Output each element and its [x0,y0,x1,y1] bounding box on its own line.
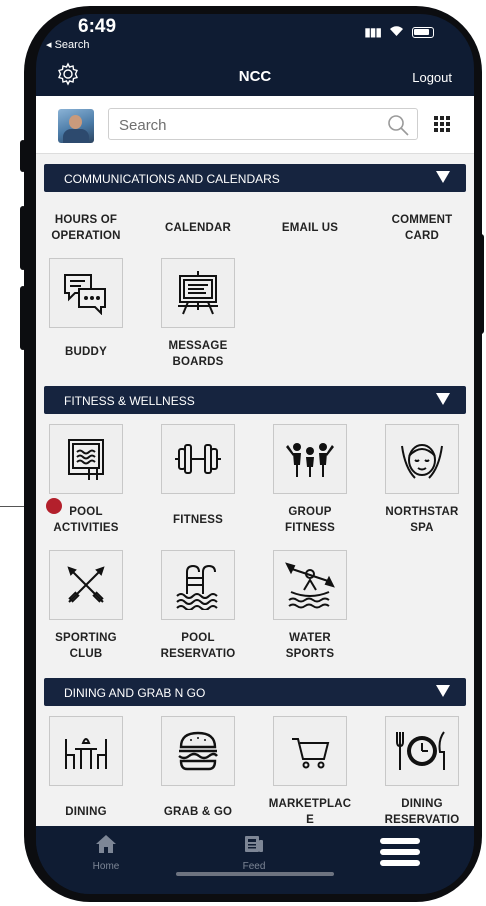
app-header: NCC Logout [36,58,474,96]
dumbbell-icon [161,424,235,494]
tile-buddy[interactable]: BUDDY [36,258,142,360]
easel-board-icon [161,258,235,328]
tile-label: DINING RESERVATIO [384,798,460,826]
annotation-marker-dot [46,498,62,514]
table-chairs-icon [49,716,123,786]
newspaper-icon [245,836,263,852]
wifi-icon [389,24,404,40]
bottom-nav: Home Feed [36,826,474,894]
phone-side-button-right [478,234,484,334]
phone-side-button-left-3 [20,286,26,350]
tile-label: BUDDY [65,346,107,358]
phone-screen: 6:49 ◂ Search ▮▮▮ NCC Logout Search COMM… [36,14,474,894]
kayak-icon [273,550,347,620]
tile-label: WATER SPORTS [285,632,335,660]
tile-northstar-spa[interactable]: NORTHSTAR SPA [366,424,474,536]
search-icon[interactable] [385,112,411,143]
tile-label: COMMENT CARD [391,214,453,242]
grid-menu-icon[interactable] [434,116,450,132]
tile-label: GRAB & GO [163,806,233,818]
home-indicator[interactable] [176,872,334,876]
tile-email-us[interactable]: EMAIL US [254,220,366,236]
chat-bubbles-icon [49,258,123,328]
page-title: NCC [238,68,272,85]
section-label: DINING AND GRAB N GO [64,686,206,700]
tile-label: DINING [65,806,107,818]
phone-side-button-left-1 [20,140,26,172]
tile-sporting-club[interactable]: SPORTING CLUB [36,550,142,662]
tile-fitness[interactable]: FITNESS [142,424,254,528]
spa-face-icon [385,424,459,494]
burger-icon [161,716,235,786]
tile-water-sports[interactable]: WATER SPORTS [254,550,366,662]
search-input[interactable] [119,114,369,136]
tile-label: CALENDAR [164,222,232,234]
tile-group-fitness[interactable]: GROUP FITNESS [254,424,366,536]
nav-feed[interactable]: Feed [214,834,294,872]
hamburger-menu-icon[interactable] [360,836,440,873]
tile-comment-card[interactable]: COMMENT CARD [366,212,474,244]
tile-pool-activities[interactable]: POOL ACTIVITIES [36,424,142,536]
back-to-search-link[interactable]: ◂ Search [46,38,89,51]
signal-icon: ▮▮▮ [364,25,382,39]
pool-ladder-water-icon [161,550,235,620]
nav-feed-label: Feed [242,861,266,872]
tile-dining[interactable]: DINING [36,716,142,820]
tile-label: NORTHSTAR SPA [385,506,459,534]
tile-marketplace[interactable]: MARKETPLAC E [254,716,366,826]
tile-label: GROUP FITNESS [285,506,335,534]
tile-hours-of-operation[interactable]: HOURS OF OPERATION [36,212,142,244]
section-header-communications[interactable]: COMMUNICATIONS AND CALENDARS [44,164,466,192]
section-label: FITNESS & WELLNESS [64,394,195,408]
main-content: COMMUNICATIONS AND CALENDARS HOURS OF OP… [36,96,474,826]
tile-label: HOURS OF OPERATION [51,214,121,242]
search-bar [36,96,474,154]
nav-home-label: Home [92,861,120,872]
tile-dining-reservation[interactable]: DINING RESERVATIO [366,716,474,826]
logout-button[interactable]: Logout [412,70,452,85]
tile-label: MARKETPLAC E [268,798,352,826]
tile-message-boards[interactable]: MESSAGE BOARDS [142,258,254,370]
nav-home[interactable]: Home [66,834,146,872]
tile-label: FITNESS [173,514,223,526]
tile-calendar[interactable]: CALENDAR [142,220,254,236]
battery-icon [412,26,434,38]
phone-side-button-left-2 [20,206,26,270]
tile-grab-and-go[interactable]: GRAB & GO [142,716,254,820]
status-icons: ▮▮▮ [364,24,434,40]
tile-label: MESSAGE BOARDS [168,340,228,368]
home-icon [96,835,116,853]
status-bar: 6:49 ◂ Search ▮▮▮ [36,14,474,58]
search-box[interactable] [108,108,418,140]
tile-label: POOL RESERVATIO [160,632,236,660]
collapse-arrow-icon[interactable] [436,393,450,405]
pool-ladder-icon [49,424,123,494]
section-header-fitness[interactable]: FITNESS & WELLNESS [44,386,466,414]
group-people-icon [273,424,347,494]
section-header-dining[interactable]: DINING AND GRAB N GO [44,678,466,706]
tile-label: EMAIL US [281,222,339,234]
cart-icon [273,716,347,786]
avatar[interactable] [58,109,94,143]
collapse-arrow-icon[interactable] [436,685,450,697]
section-label: COMMUNICATIONS AND CALENDARS [64,172,280,186]
status-time: 6:49 [78,16,117,37]
crossed-rifles-icon [49,550,123,620]
tile-label: SPORTING CLUB [55,632,117,660]
plate-clock-icon [385,716,459,786]
tile-pool-reservation[interactable]: POOL RESERVATIO [142,550,254,662]
collapse-arrow-icon[interactable] [436,171,450,183]
